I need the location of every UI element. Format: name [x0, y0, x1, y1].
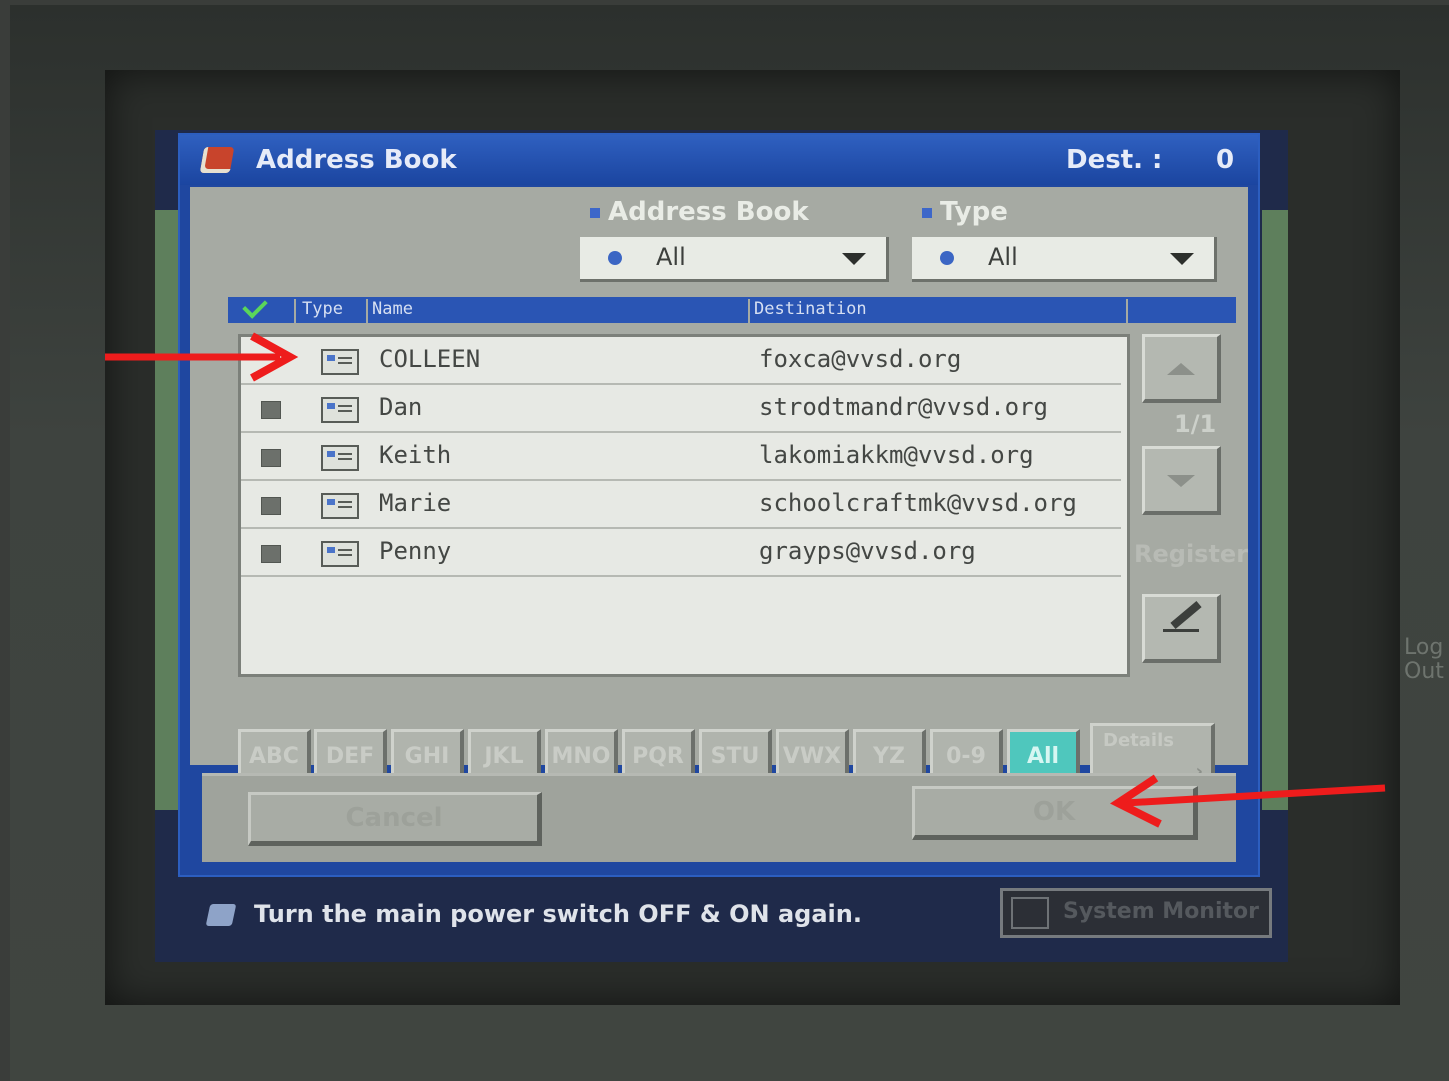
- annotation-arrow-left: [1110, 774, 1386, 828]
- annotation-arrow-right: [105, 332, 299, 382]
- annotation-layer: [105, 332, 1386, 828]
